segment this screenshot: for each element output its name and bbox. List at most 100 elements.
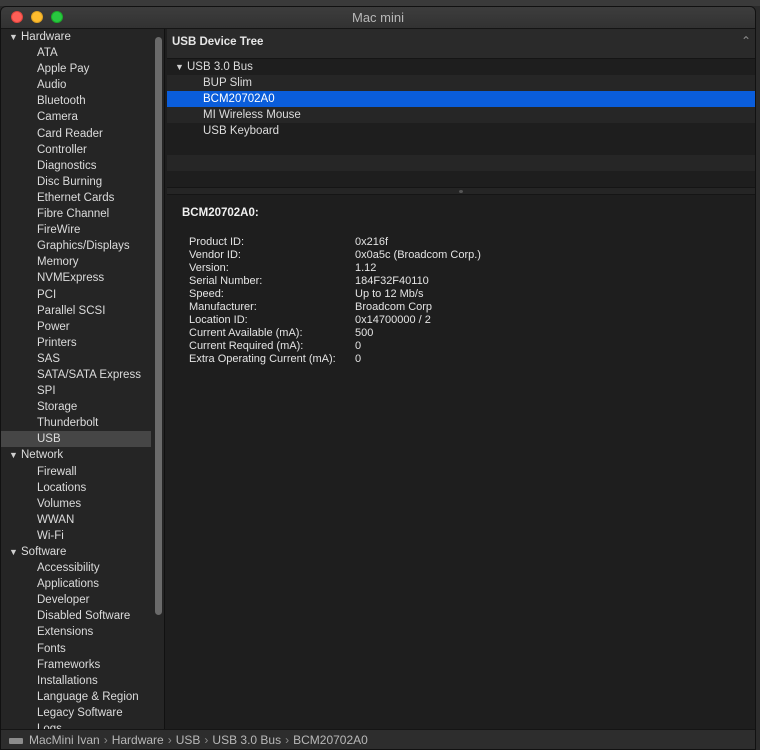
sidebar-item-fonts[interactable]: Fonts	[1, 641, 151, 657]
sidebar-item-wwan[interactable]: WWAN	[1, 512, 151, 528]
disclosure-triangle-icon[interactable]: ▼	[175, 59, 187, 75]
path-bar: MacMini Ivan › Hardware › USB › USB 3.0 Bus › BC…	[1, 729, 755, 749]
sidebar-item-controller[interactable]: Controller	[1, 142, 151, 158]
sidebar-group-label: Software	[21, 546, 67, 558]
sidebar-item-firewall[interactable]: Firewall	[1, 464, 151, 480]
sidebar-group-label: Hardware	[21, 31, 71, 43]
sidebar-item-bluetooth[interactable]: Bluetooth	[1, 93, 151, 109]
sidebar: ▼ Hardware ATA Apple Pay Audio Bluetooth Camer…	[1, 29, 165, 729]
sidebar-item-storage[interactable]: Storage	[1, 399, 151, 415]
tree-empty-row	[167, 139, 755, 155]
divider-handle[interactable]	[459, 190, 463, 193]
tree-row-bup-slim[interactable]: BUP Slim	[167, 75, 755, 91]
property-row: Current Available (mA): 500	[189, 327, 742, 340]
property-value: Broadcom Corp	[355, 301, 433, 313]
sidebar-item-logs[interactable]: Logs	[1, 721, 151, 729]
sidebar-item-apple-pay[interactable]: Apple Pay	[1, 61, 151, 77]
breadcrumb-separator: ›	[167, 733, 172, 747]
sidebar-group-network[interactable]: ▼ Network	[1, 447, 151, 463]
sidebar-item-accessibility[interactable]: Accessibility	[1, 560, 151, 576]
tree-row-bcm20702a0[interactable]: BCM20702A0	[167, 91, 755, 107]
tree-empty-row	[167, 171, 755, 187]
sidebar-item-disabled-software[interactable]: Disabled Software	[1, 608, 151, 624]
property-value: 0	[355, 340, 362, 352]
sidebar-group-hardware[interactable]: ▼ Hardware	[1, 29, 151, 45]
property-row: Serial Number: 184F32F40110	[189, 275, 742, 288]
breadcrumb-macmini-ivan[interactable]: MacMini Ivan	[29, 733, 100, 747]
sidebar-list: ▼ Hardware ATA Apple Pay Audio Bluetooth Camer…	[1, 29, 151, 729]
breadcrumb-separator: ›	[103, 733, 108, 747]
sidebar-scrollbar[interactable]	[155, 37, 162, 615]
disclosure-triangle-icon[interactable]: ▼	[9, 544, 21, 560]
disclosure-triangle-icon[interactable]: ▼	[9, 29, 21, 45]
property-row: Speed: Up to 12 Mb/s	[189, 288, 742, 301]
sidebar-item-ethernet-cards[interactable]: Ethernet Cards	[1, 190, 151, 206]
sidebar-item-developer[interactable]: Developer	[1, 592, 151, 608]
usb-device-tree: ▼ USB 3.0 Bus BUP Slim BCM20702A0 MI Wireles…	[167, 59, 755, 187]
property-row: Version: 1.12	[189, 262, 742, 275]
sidebar-item-power[interactable]: Power	[1, 319, 151, 335]
device-detail: BCM20702A0: Product ID: 0x216f Vendor ID: 0…	[182, 207, 742, 366]
sidebar-item-spi[interactable]: SPI	[1, 383, 151, 399]
property-value: 0x14700000 / 2	[355, 314, 431, 326]
sidebar-item-sata-sata-express[interactable]: SATA/SATA Express	[1, 367, 151, 383]
sidebar-item-disc-burning[interactable]: Disc Burning	[1, 174, 151, 190]
property-row: Vendor ID: 0x0a5c (Broadcom Corp.)	[189, 249, 742, 262]
property-value: 184F32F40110	[355, 275, 429, 287]
property-row: Product ID: 0x216f	[189, 236, 742, 249]
sidebar-item-legacy-software[interactable]: Legacy Software	[1, 705, 151, 721]
sidebar-item-diagnostics[interactable]: Diagnostics	[1, 158, 151, 174]
tree-row-usb-bus[interactable]: ▼ USB 3.0 Bus	[167, 59, 755, 75]
sidebar-item-parallel-scsi[interactable]: Parallel SCSI	[1, 303, 151, 319]
sidebar-item-locations[interactable]: Locations	[1, 480, 151, 496]
chevron-up-icon[interactable]: ⌃	[741, 34, 751, 48]
property-row: Manufacturer: Broadcom Corp	[189, 301, 742, 314]
sidebar-item-printers[interactable]: Printers	[1, 335, 151, 351]
property-key: Manufacturer:	[189, 301, 257, 313]
sidebar-item-wi-fi[interactable]: Wi-Fi	[1, 528, 151, 544]
background-edge	[756, 6, 760, 750]
sidebar-item-firewire[interactable]: FireWire	[1, 222, 151, 238]
sidebar-item-sas[interactable]: SAS	[1, 351, 151, 367]
breadcrumb-usb-3-0-bus[interactable]: USB 3.0 Bus	[212, 733, 281, 747]
sidebar-item-installations[interactable]: Installations	[1, 673, 151, 689]
sidebar-item-extensions[interactable]: Extensions	[1, 624, 151, 640]
property-key: Current Available (mA):	[189, 327, 303, 339]
property-value: 0	[355, 353, 362, 365]
system-information-window: Mac mini ▼ Hardware ATA Apple Pay Audio Bluet…	[0, 6, 756, 750]
sidebar-item-volumes[interactable]: Volumes	[1, 496, 151, 512]
property-value: Up to 12 Mb/s	[355, 288, 424, 300]
tree-row-label: USB 3.0 Bus	[187, 61, 253, 73]
tree-row-mi-wireless-mouse[interactable]: MI Wireless Mouse	[167, 107, 755, 123]
sidebar-item-camera[interactable]: Camera	[1, 109, 151, 125]
sidebar-item-nvmexpress[interactable]: NVMExpress	[1, 270, 151, 286]
sidebar-item-language-region[interactable]: Language & Region	[1, 689, 151, 705]
breadcrumb-usb[interactable]: USB	[176, 733, 201, 747]
tree-row-usb-keyboard[interactable]: USB Keyboard	[167, 123, 755, 139]
sidebar-item-card-reader[interactable]: Card Reader	[1, 126, 151, 142]
sidebar-item-thunderbolt[interactable]: Thunderbolt	[1, 415, 151, 431]
sidebar-item-audio[interactable]: Audio	[1, 77, 151, 93]
split-view-divider[interactable]	[167, 187, 755, 195]
tree-header[interactable]: USB Device Tree ⌃	[167, 29, 755, 59]
sidebar-item-applications[interactable]: Applications	[1, 576, 151, 592]
disclosure-triangle-icon[interactable]: ▼	[9, 447, 21, 463]
breadcrumb-bcm20702a0[interactable]: BCM20702A0	[293, 733, 368, 747]
property-key: Location ID:	[189, 314, 248, 326]
property-key: Current Required (mA):	[189, 340, 304, 352]
sidebar-item-graphics-displays[interactable]: Graphics/Displays	[1, 238, 151, 254]
mac-mini-icon	[9, 737, 23, 744]
property-key: Version:	[189, 262, 229, 274]
sidebar-item-memory[interactable]: Memory	[1, 254, 151, 270]
breadcrumb-hardware[interactable]: Hardware	[112, 733, 164, 747]
property-value: 1.12	[355, 262, 377, 274]
sidebar-group-label: Network	[21, 449, 64, 462]
breadcrumb-separator: ›	[285, 733, 290, 747]
sidebar-item-usb[interactable]: USB	[1, 431, 151, 448]
sidebar-item-ata[interactable]: ATA	[1, 45, 151, 61]
property-key: Serial Number:	[189, 275, 263, 287]
sidebar-item-frameworks[interactable]: Frameworks	[1, 657, 151, 673]
sidebar-group-software[interactable]: ▼ Software	[1, 544, 151, 560]
sidebar-item-pci[interactable]: PCI	[1, 287, 151, 303]
sidebar-item-fibre-channel[interactable]: Fibre Channel	[1, 206, 151, 222]
